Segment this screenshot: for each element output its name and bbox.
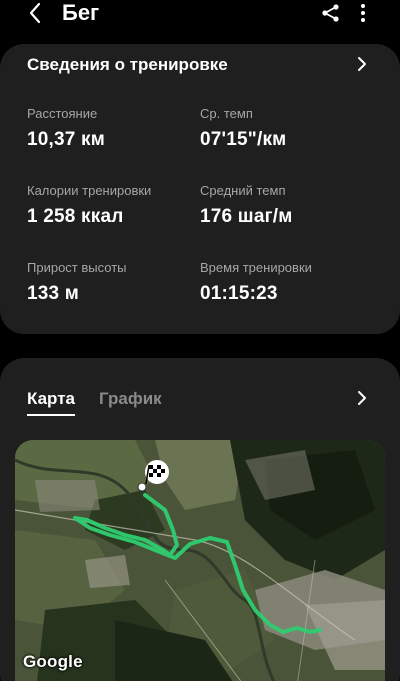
elevation-value: 133	[27, 283, 60, 304]
time-value: 01:15:23	[200, 283, 278, 304]
chevron-right-icon	[358, 57, 366, 71]
metric-time: Время тренировки 01:15:23	[200, 260, 370, 306]
workout-screen: Бег Сведения о тренировке Расстояние 10,…	[0, 0, 400, 681]
metric-label: Средний темп	[200, 183, 286, 198]
google-attribution: Google	[23, 652, 83, 671]
map-card: Карта График Google	[0, 358, 400, 681]
route-map[interactable]: Google	[15, 440, 385, 681]
metric-calories: Калории тренировки 1 258 ккал	[27, 183, 197, 229]
chevron-right-icon	[358, 391, 366, 405]
metric-label: Ср. темп	[200, 106, 253, 121]
page-title: Бег	[62, 0, 100, 25]
metric-label: Прирост высоты	[27, 260, 127, 275]
share-icon	[322, 4, 339, 22]
metric-pace: Ср. темп 07'15"/км	[200, 106, 370, 152]
more-vertical-icon	[361, 4, 365, 22]
more-options-button[interactable]	[350, 0, 376, 26]
chevron-left-icon	[29, 2, 41, 24]
tab-map[interactable]: Карта	[27, 388, 75, 416]
workout-details-card: Сведения о тренировке Расстояние 10,37 к…	[0, 44, 400, 334]
app-header: Бег	[0, 0, 400, 28]
distance-unit: км	[81, 129, 105, 150]
route-start-marker	[137, 482, 147, 492]
calories-unit: ккал	[81, 206, 124, 227]
metric-value: 1 258 ккал	[27, 205, 197, 229]
distance-value: 10,37	[27, 129, 76, 150]
map-tabs: Карта График	[27, 388, 162, 416]
elevation-unit: м	[64, 283, 80, 304]
tab-chart[interactable]: График	[99, 388, 162, 416]
metric-label: Калории тренировки	[27, 183, 152, 198]
metric-distance: Расстояние 10,37 км	[27, 106, 197, 152]
metric-value: 10,37 км	[27, 128, 197, 152]
calories-value: 1 258	[27, 206, 76, 227]
metric-value: 176 шаг/м	[200, 205, 370, 229]
details-open-button[interactable]	[352, 53, 372, 75]
metric-label: Время тренировки	[200, 260, 312, 275]
metric-value: 133 м	[27, 282, 197, 306]
satellite-map-image	[15, 440, 385, 681]
metric-elevation: Прирост высоты 133 м	[27, 260, 197, 306]
details-title: Сведения о тренировке	[27, 55, 228, 74]
metric-cadence: Средний темп 176 шаг/м	[200, 183, 370, 229]
finish-flag-icon	[145, 460, 169, 485]
map-open-button[interactable]	[352, 387, 372, 409]
back-button[interactable]	[22, 0, 48, 26]
cadence-value: 176	[200, 206, 233, 227]
metric-label: Расстояние	[27, 106, 98, 121]
share-button[interactable]	[318, 0, 344, 26]
pace-value: 07'15"/км	[200, 129, 287, 150]
cadence-unit: шаг/м	[237, 206, 293, 227]
